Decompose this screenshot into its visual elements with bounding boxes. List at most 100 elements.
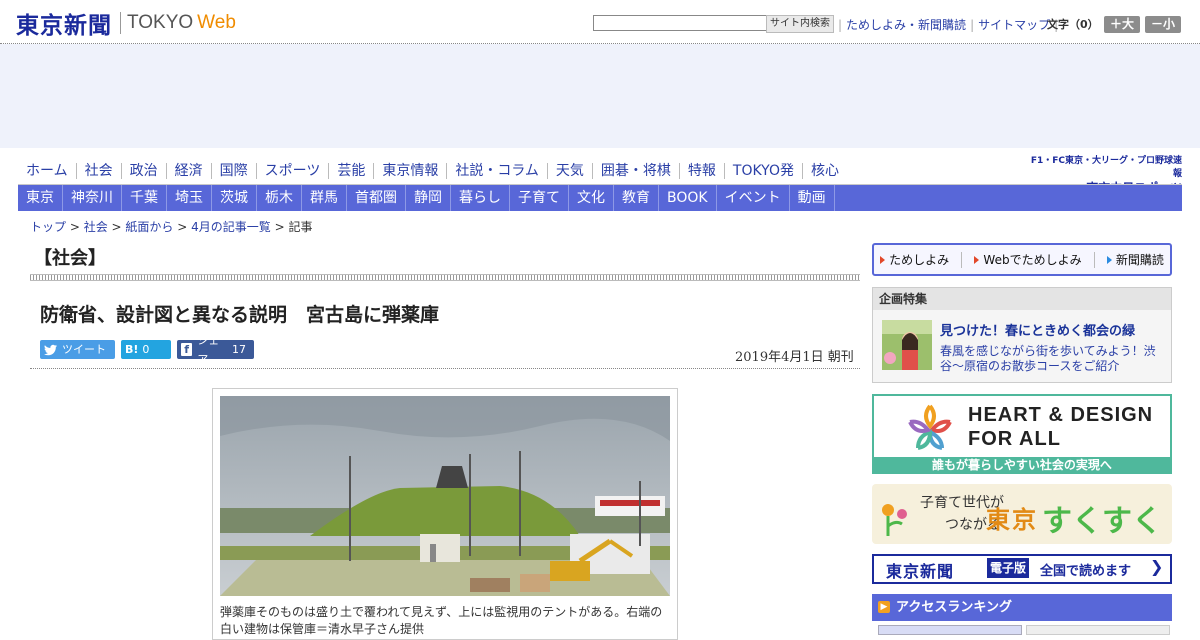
subnav-shutoken[interactable]: 首都圏 bbox=[347, 185, 406, 211]
hatena-icon: B! bbox=[125, 343, 139, 356]
arrow-right-icon: ▶ bbox=[878, 601, 890, 613]
section-title: 【社会】 bbox=[34, 248, 106, 269]
nav-weather[interactable]: 天気 bbox=[546, 163, 592, 179]
subnav-gunma[interactable]: 群馬 bbox=[302, 185, 347, 211]
subnav-kyoiku[interactable]: 教育 bbox=[614, 185, 659, 211]
breadcrumb-sep: > bbox=[270, 220, 289, 234]
nav-society[interactable]: 社会 bbox=[75, 163, 121, 179]
breadcrumb: トップ > 社会 > 紙面から > 4月の記事一覧 > 記事 bbox=[30, 218, 312, 235]
sports-banner-top: F1・FC東京・大リーグ・プロ野球速報 bbox=[1030, 156, 1182, 179]
ranking-tab[interactable] bbox=[878, 625, 1022, 635]
subnav-video[interactable]: 動画 bbox=[790, 185, 835, 211]
feature-thumbnail[interactable] bbox=[882, 320, 932, 370]
web-trial-label: Webでためしよみ bbox=[983, 253, 1082, 267]
subnav-book[interactable]: BOOK bbox=[659, 185, 717, 211]
nav-entertainment[interactable]: 芸能 bbox=[328, 163, 373, 179]
site-logo[interactable]: 東京新聞 TOKYO Web bbox=[16, 8, 236, 39]
subnav-tochigi[interactable]: 栃木 bbox=[257, 185, 302, 211]
subnav-kanagawa[interactable]: 神奈川 bbox=[63, 185, 122, 211]
global-nav: ホーム 社会 政治 経済 国際 スポーツ 芸能 東京情報 社説・コラム 天気 囲… bbox=[18, 160, 847, 182]
breadcrumb-paper[interactable]: 紙面から bbox=[125, 220, 173, 234]
logo-separator bbox=[120, 12, 121, 34]
digital-edition-name: 東京新聞 bbox=[886, 562, 955, 581]
trial-read-link[interactable]: ためしよみ bbox=[880, 251, 949, 268]
heart-banner-footer: 誰もが暮らしやすい社会の実現へ bbox=[872, 457, 1172, 474]
ammunition-depot-image bbox=[220, 396, 670, 596]
subnav-kurashi[interactable]: 暮らし bbox=[451, 185, 510, 211]
facebook-icon: f bbox=[181, 343, 193, 356]
subscription-links: ためしよみ Webでためしよみ 新聞購読 bbox=[872, 243, 1172, 276]
link-divider: | bbox=[970, 17, 975, 32]
hatena-bookmark-button[interactable]: B! 0 bbox=[121, 340, 171, 359]
twitter-icon bbox=[44, 344, 57, 355]
subnav-kosodate[interactable]: 子育て bbox=[510, 185, 569, 211]
subscribe-link[interactable]: 新聞購読 bbox=[1106, 251, 1164, 268]
subnav-chiba[interactable]: 千葉 bbox=[122, 185, 167, 211]
nav-kakushin[interactable]: 核心 bbox=[801, 163, 847, 179]
feature-title[interactable]: 見つけた！春にときめく都会の緑 bbox=[940, 320, 1135, 339]
subnav-shizuoka[interactable]: 静岡 bbox=[406, 185, 451, 211]
chevron-right-icon: ❯ bbox=[1150, 557, 1164, 576]
nav-politics[interactable]: 政治 bbox=[120, 163, 166, 179]
breadcrumb-sep: > bbox=[107, 220, 126, 234]
breadcrumb-society[interactable]: 社会 bbox=[84, 220, 108, 234]
subnav-tokyo[interactable]: 東京 bbox=[18, 185, 63, 211]
subnav-event[interactable]: イベント bbox=[717, 185, 790, 211]
digital-edition-tag: 電子版 bbox=[987, 558, 1030, 578]
photo-caption: 弾薬庫そのものは盛り土で覆われて見えず、上には監視用のテントがある。右端の白い建… bbox=[220, 605, 663, 636]
nav-economy[interactable]: 経済 bbox=[165, 163, 211, 179]
nav-editorial[interactable]: 社説・コラム bbox=[446, 163, 547, 179]
breadcrumb-april[interactable]: 4月の記事一覧 bbox=[191, 220, 271, 234]
trial-subscribe-link[interactable]: ためしよみ・新聞購読 bbox=[846, 16, 966, 33]
link-divider bbox=[961, 251, 963, 268]
heart-title-line2: FOR ALL bbox=[968, 428, 1061, 450]
nav-international[interactable]: 国際 bbox=[210, 163, 256, 179]
header-links: | ためしよみ・新聞購読 | サイトマップ | bbox=[834, 16, 1062, 33]
flower-logo-icon bbox=[908, 404, 952, 450]
subnav-bunka[interactable]: 文化 bbox=[569, 185, 614, 211]
font-larger-button[interactable]: ＋大 bbox=[1104, 16, 1140, 33]
nav-tokuho[interactable]: 特報 bbox=[678, 163, 724, 179]
link-divider: | bbox=[838, 17, 843, 32]
ad-banner-area bbox=[0, 44, 1200, 148]
digital-edition-text: 全国で読めます bbox=[1040, 564, 1132, 579]
article-date: 2019年4月1日 朝刊 bbox=[735, 350, 854, 365]
feature-description[interactable]: 春風を感じながら街を歩いてみよう！渋谷～原宿のお散歩コースをご紹介 bbox=[940, 344, 1165, 374]
tweet-label: ツイート bbox=[62, 343, 106, 356]
subnav-ibaraki[interactable]: 茨城 bbox=[212, 185, 257, 211]
sitemap-link[interactable]: サイトマップ bbox=[978, 16, 1050, 33]
nav-go-shogi[interactable]: 囲碁・将棋 bbox=[591, 163, 679, 179]
web-trial-link[interactable]: Webでためしよみ bbox=[974, 251, 1082, 268]
font-smaller-button[interactable]: －小 bbox=[1145, 16, 1181, 33]
sukusuku-logo: すくすく bbox=[1042, 504, 1162, 539]
font-size-label: 文字（0） bbox=[1047, 18, 1099, 31]
article-headline: 防衛省、設計図と異なる説明 宮古島に弾薬庫 bbox=[40, 304, 440, 326]
article-photo[interactable] bbox=[220, 396, 670, 596]
logo-jp: 東京新聞 bbox=[16, 12, 112, 39]
hatena-count: 0 bbox=[142, 343, 150, 356]
feature-photo bbox=[882, 320, 932, 370]
tweet-button[interactable]: ツイート bbox=[40, 340, 115, 359]
chunichi-sports-banner[interactable]: F1・FC東京・大リーグ・プロ野球速報 東京中日スポーツ bbox=[1024, 153, 1182, 195]
subnav-saitama[interactable]: 埼玉 bbox=[167, 185, 212, 211]
facebook-share-label: シェア bbox=[197, 333, 220, 366]
breadcrumb-sep: > bbox=[173, 220, 192, 234]
link-divider bbox=[1093, 251, 1095, 268]
ranking-tab[interactable] bbox=[1026, 625, 1170, 635]
nav-tokyo-hatsu[interactable]: TOKYO発 bbox=[723, 163, 802, 179]
facebook-share-button[interactable]: f シェア 17 bbox=[177, 334, 254, 366]
logo-en: TOKYO bbox=[127, 12, 194, 33]
nav-home[interactable]: ホーム bbox=[18, 163, 76, 179]
access-ranking-heading: アクセスランキング bbox=[872, 594, 1172, 621]
subscribe-label: 新聞購読 bbox=[1115, 253, 1164, 267]
search-input[interactable] bbox=[593, 15, 767, 31]
nav-sports[interactable]: スポーツ bbox=[255, 163, 329, 179]
nav-tokyo-info[interactable]: 東京情報 bbox=[373, 163, 446, 179]
breadcrumb-top[interactable]: トップ bbox=[30, 220, 66, 234]
heart-title-line1: HEART & DESIGN bbox=[968, 404, 1154, 426]
arrow-right-icon bbox=[880, 255, 886, 264]
sukusuku-tokyo: 東京 bbox=[986, 505, 1038, 534]
site-search-button[interactable]: サイト内検索 bbox=[766, 15, 834, 33]
facebook-count: 17 bbox=[232, 343, 246, 356]
breadcrumb-sep: > bbox=[66, 220, 84, 234]
